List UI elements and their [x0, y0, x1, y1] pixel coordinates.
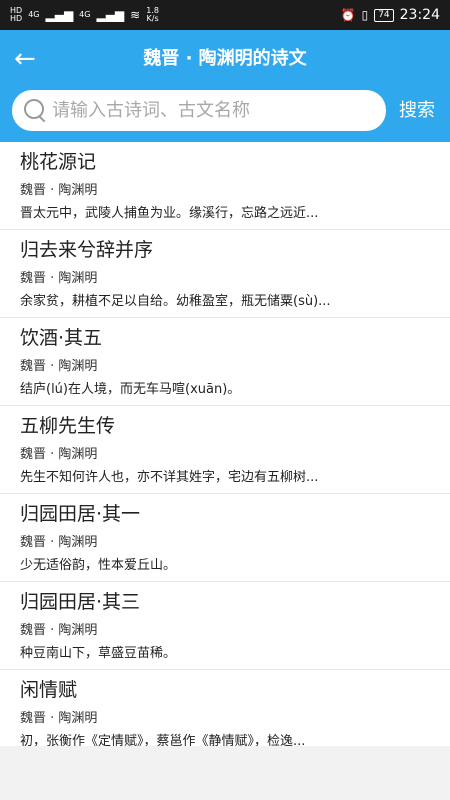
- poem-excerpt: 种豆南山下，草盛豆苗稀。: [20, 646, 177, 661]
- list-item[interactable]: 归园田居·其三 魏晋 · 陶渊明 种豆南山下，草盛豆苗稀。: [0, 582, 450, 670]
- alarm-icon: ⏰: [340, 8, 356, 22]
- poem-author: 魏晋 · 陶渊明: [20, 535, 98, 550]
- wifi-icon: ≋: [130, 8, 141, 22]
- signal-icon: ▂▄▆: [45, 8, 74, 22]
- network-speed: 1.8 K/s: [146, 7, 159, 23]
- vibrate-icon: ▯: [361, 8, 369, 22]
- poem-author: 魏晋 · 陶渊明: [20, 183, 98, 198]
- list-item[interactable]: 归去来兮辞并序 魏晋 · 陶渊明 余家贫，耕植不足以自给。幼稚盈室，瓶无储粟(s…: [0, 230, 450, 318]
- signal-icon-2: ▂▄▆: [96, 8, 125, 22]
- poem-list: 桃花源记 魏晋 · 陶渊明 晋太元中，武陵人捕鱼为业。缘溪行，忘路之远近... …: [0, 142, 450, 746]
- hd-badges: HD HD: [10, 7, 22, 23]
- list-item[interactable]: 饮酒·其五 魏晋 · 陶渊明 结庐(lú)在人境，而无车马喧(xuān)。: [0, 318, 450, 406]
- hd-badge-2: HD: [10, 14, 23, 23]
- poem-author: 魏晋 · 陶渊明: [20, 711, 98, 726]
- search-box[interactable]: [12, 90, 386, 131]
- network-type-2: 4G: [79, 10, 91, 19]
- poem-excerpt: 先生不知何许人也，亦不详其姓字，宅边有五柳树...: [20, 470, 319, 485]
- poem-title: 桃花源记: [20, 151, 97, 173]
- clock: 23:24: [399, 7, 440, 23]
- search-icon: [24, 98, 48, 123]
- list-item[interactable]: 归园田居·其一 魏晋 · 陶渊明 少无适俗韵，性本爱丘山。: [0, 494, 450, 582]
- status-left: HD HD 4G ▂▄▆ 4G ▂▄▆ ≋ 1.8 K/s: [10, 7, 159, 23]
- poem-author: 魏晋 · 陶渊明: [20, 623, 98, 638]
- list-item[interactable]: 闲情赋 魏晋 · 陶渊明 初，张衡作《定情赋》，蔡邕作《静情赋》，检逸...: [0, 670, 450, 746]
- poem-title: 归去来兮辞并序: [20, 239, 154, 261]
- network-type-1: 4G: [28, 10, 40, 19]
- poem-author: 魏晋 · 陶渊明: [20, 359, 98, 374]
- poem-author: 魏晋 · 陶渊明: [20, 271, 98, 286]
- poem-excerpt: 初，张衡作《定情赋》，蔡邕作《静情赋》，检逸...: [20, 734, 306, 746]
- status-bar: HD HD 4G ▂▄▆ 4G ▂▄▆ ≋ 1.8 K/s ⏰ ▯ 74 23:…: [0, 0, 450, 30]
- battery-icon: 74: [374, 8, 394, 22]
- search-button[interactable]: 搜索: [392, 90, 442, 131]
- poem-title: 五柳先生传: [20, 415, 116, 437]
- list-item[interactable]: 桃花源记 魏晋 · 陶渊明 晋太元中，武陵人捕鱼为业。缘溪行，忘路之远近...: [0, 142, 450, 230]
- poem-title: 闲情赋: [20, 679, 78, 701]
- poem-title: 归园田居·其一: [20, 503, 141, 525]
- poem-excerpt: 晋太元中，武陵人捕鱼为业。缘溪行，忘路之远近...: [20, 206, 319, 221]
- status-right: ⏰ ▯ 74 23:24: [341, 7, 440, 23]
- list-item[interactable]: 五柳先生传 魏晋 · 陶渊明 先生不知何许人也，亦不详其姓字，宅边有五柳树...: [0, 406, 450, 494]
- page-title: 魏晋 · 陶渊明的诗文: [143, 48, 307, 69]
- poem-excerpt: 余家贫，耕植不足以自给。幼稚盈室，瓶无储粟(sù)...: [20, 294, 331, 309]
- speed-unit: K/s: [146, 14, 159, 23]
- poem-title: 归园田居·其三: [20, 591, 141, 613]
- search-input[interactable]: [52, 100, 386, 121]
- header: ← 魏晋 · 陶渊明的诗文 搜索: [0, 30, 450, 142]
- poem-title: 饮酒·其五: [20, 327, 103, 349]
- poem-excerpt: 少无适俗韵，性本爱丘山。: [20, 558, 177, 573]
- poem-excerpt: 结庐(lú)在人境，而无车马喧(xuān)。: [20, 382, 241, 397]
- poem-author: 魏晋 · 陶渊明: [20, 447, 98, 462]
